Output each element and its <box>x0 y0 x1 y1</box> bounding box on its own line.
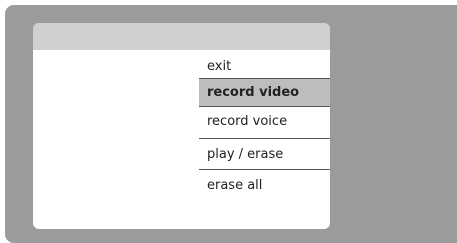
menu-list: exit record video record voice play / er… <box>199 51 330 202</box>
screen-header-bar <box>33 23 330 50</box>
menu-item-play-erase[interactable]: play / erase <box>199 139 330 170</box>
menu-item-exit[interactable]: exit <box>199 51 330 79</box>
menu-item-record-video[interactable]: record video <box>199 79 330 107</box>
menu-screen: exit record video record voice play / er… <box>33 23 330 229</box>
device-bezel: exit record video record voice play / er… <box>5 5 457 243</box>
menu-item-erase-all[interactable]: erase all <box>199 170 330 202</box>
menu-item-record-voice[interactable]: record voice <box>199 107 330 139</box>
